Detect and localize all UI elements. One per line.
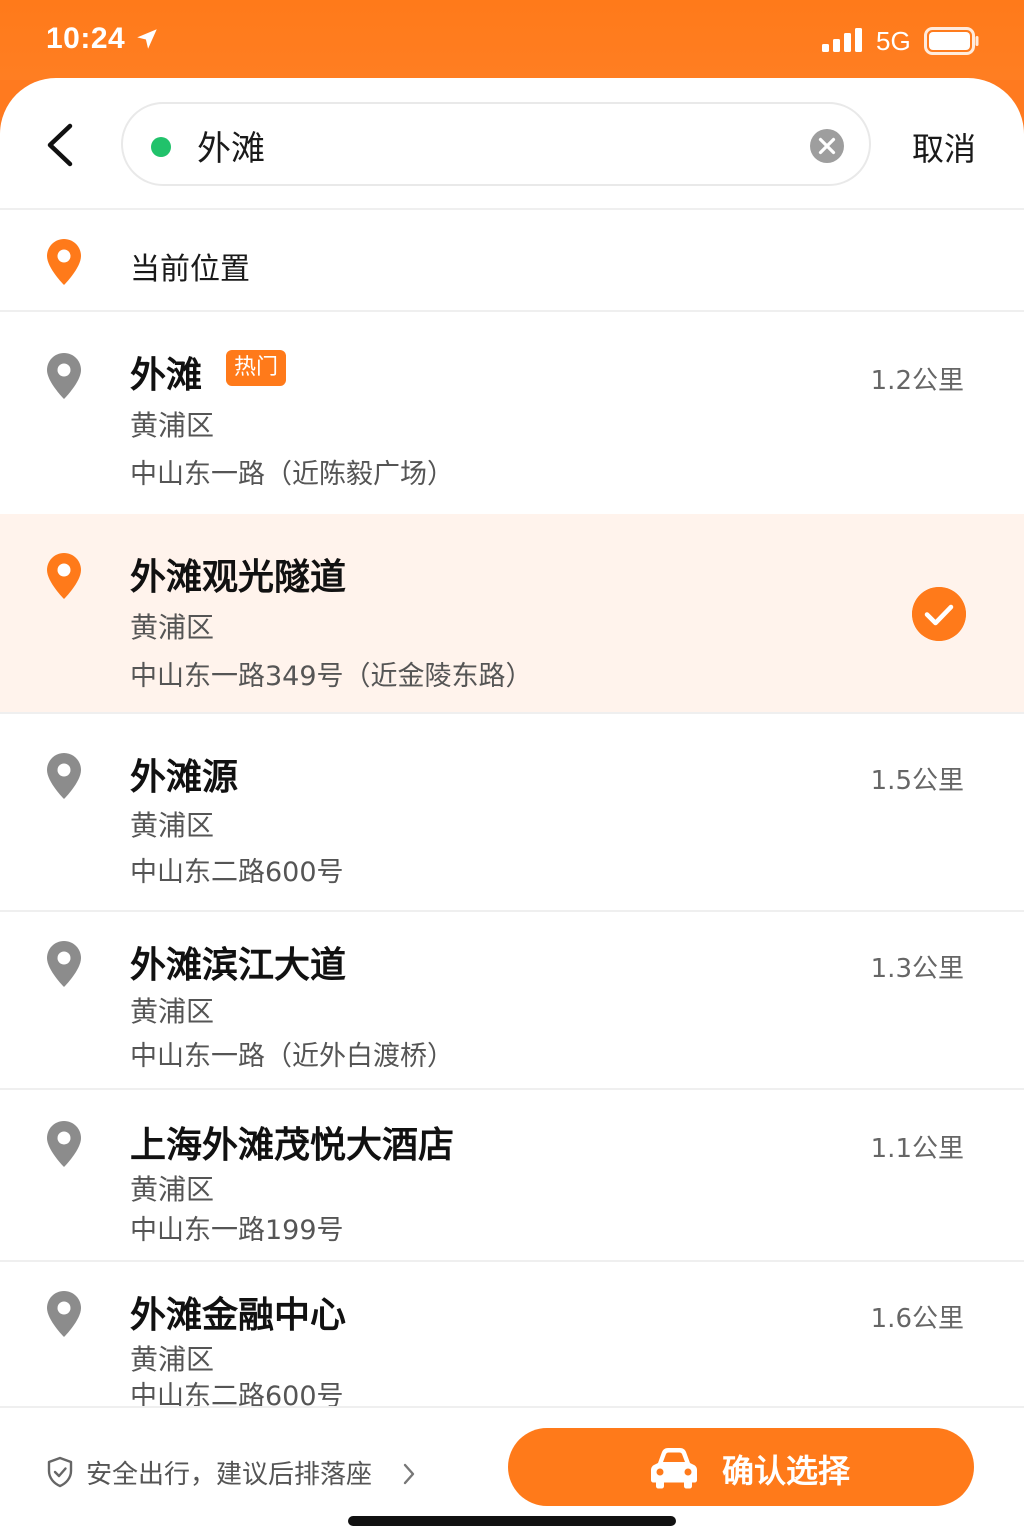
clear-icon[interactable] — [809, 128, 845, 164]
pin-icon — [47, 753, 81, 799]
current-location-label: 当前位置 — [130, 252, 250, 287]
result-title: 外滩 — [130, 355, 203, 396]
pin-icon — [47, 941, 81, 987]
result-district: 黄浦区 — [130, 809, 215, 842]
result-title: 外滩源 — [130, 757, 239, 798]
result-item[interactable]: 外滩滨江大道 黄浦区 中山东一路（近外白渡桥） 1.3公里 — [0, 912, 1024, 1088]
result-title: 外滩观光隧道 — [130, 557, 347, 598]
current-location-item[interactable]: 当前位置 — [0, 210, 1024, 310]
location-arrow-icon — [137, 29, 157, 49]
result-district: 黄浦区 — [130, 1343, 215, 1376]
origin-dot-icon — [151, 137, 171, 157]
pin-icon — [47, 353, 81, 399]
result-address: 中山东一路（近陈毅广场） — [130, 459, 454, 490]
result-distance: 1.2公里 — [870, 366, 964, 396]
signal-icon — [822, 28, 862, 52]
result-address: 中山东一路（近外白渡桥） — [130, 1041, 454, 1072]
pin-icon — [47, 1121, 81, 1167]
confirm-label: 确认选择 — [722, 1452, 851, 1490]
network-type: 5G — [876, 26, 911, 56]
car-icon — [651, 1448, 697, 1489]
result-district: 黄浦区 — [130, 995, 215, 1028]
search-input[interactable] — [197, 118, 757, 172]
confirm-button[interactable]: 确认选择 — [508, 1428, 974, 1506]
result-district: 黄浦区 — [130, 409, 215, 442]
result-item[interactable]: 外滩 热门 黄浦区 中山东一路（近陈毅广场） 1.2公里 — [0, 312, 1024, 512]
status-bar: 10:24 5G — [0, 0, 1024, 80]
result-title: 外滩滨江大道 — [130, 945, 347, 986]
result-item-selected[interactable]: 外滩观光隧道 黄浦区 中山东一路349号（近金陵东路） — [0, 514, 1024, 712]
search-box[interactable] — [121, 102, 871, 186]
pin-icon — [47, 553, 81, 599]
home-indicator — [348, 1516, 676, 1526]
cancel-button[interactable]: 取消 — [912, 124, 976, 170]
result-distance: 1.3公里 — [870, 954, 964, 984]
check-icon — [912, 587, 966, 641]
result-district: 黄浦区 — [130, 611, 215, 644]
result-title: 外滩金融中心 — [130, 1295, 347, 1336]
back-chevron-icon[interactable] — [40, 122, 80, 168]
status-time: 10:24 — [46, 22, 126, 55]
result-district: 黄浦区 — [130, 1173, 215, 1206]
result-address: 中山东一路199号 — [130, 1215, 344, 1246]
result-item[interactable]: 上海外滩茂悦大酒店 黄浦区 中山东一路199号 1.1公里 — [0, 1090, 1024, 1260]
hot-badge: 热门 — [226, 350, 287, 386]
result-distance: 1.5公里 — [870, 766, 964, 796]
shield-icon — [47, 1456, 73, 1488]
result-address: 中山东二路600号 — [130, 857, 344, 888]
result-distance: 1.6公里 — [870, 1304, 964, 1334]
battery-icon — [924, 27, 979, 55]
result-distance: 1.1公里 — [870, 1134, 964, 1164]
result-address: 中山东一路349号（近金陵东路） — [130, 661, 533, 692]
result-item[interactable]: 外滩金融中心 黄浦区 中山东二路600号 1.6公里 — [0, 1262, 1024, 1412]
pin-icon — [47, 239, 81, 285]
pin-icon — [47, 1291, 81, 1337]
result-item[interactable]: 外滩源 黄浦区 中山东二路600号 1.5公里 — [0, 714, 1024, 910]
result-title: 上海外滩茂悦大酒店 — [130, 1125, 455, 1166]
search-sheet: 取消 当前位置 外滩 热门 黄浦区 中山东一路（近陈毅广场） 1.2公里 外滩观… — [0, 78, 1024, 1536]
chevron-right-icon — [403, 1463, 415, 1485]
safety-text: 安全出行，建议后排落座 — [86, 1460, 373, 1490]
